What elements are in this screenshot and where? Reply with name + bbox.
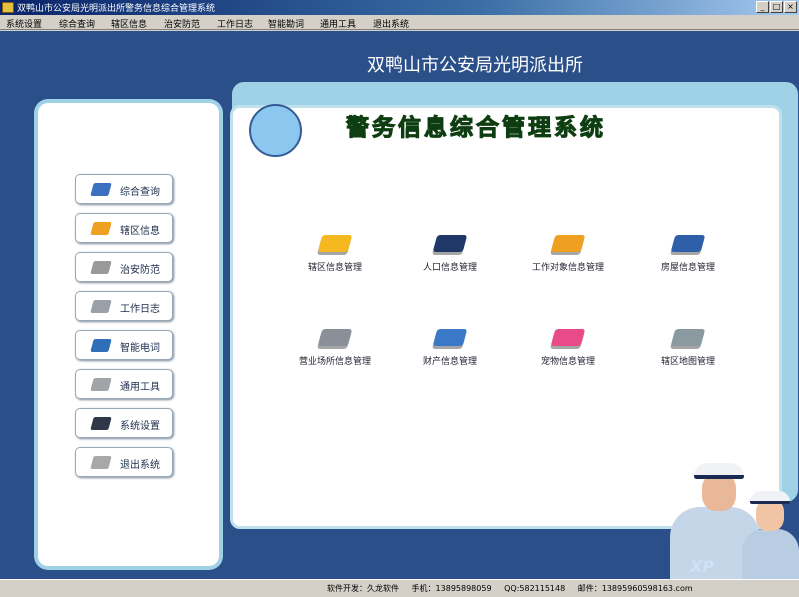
map-icon <box>670 329 706 346</box>
nav-button-label: 工作日志 <box>120 304 160 315</box>
status-text: 软件开发：久龙软件 手机：13895898059 QQ:582115148 邮件… <box>327 583 703 594</box>
module-label: 辖区信息管理 <box>307 263 362 273</box>
module-label: 辖区地图管理 <box>660 357 715 367</box>
module-work-object[interactable]: 工作对象信息管理 <box>503 235 633 281</box>
module-label: 营业场所信息管理 <box>298 357 371 367</box>
module-population[interactable]: 人口信息管理 <box>385 235 515 281</box>
org-name: 双鸭山市公安局光明派出所 <box>367 55 583 76</box>
business-venue-icon <box>317 329 353 346</box>
left-nav-panel: 综合查询 辖区信息 治安防范 工作日志 智能电词 通用工具 系统设置 退出系统 <box>38 103 219 566</box>
minimize-button[interactable]: _ <box>756 1 769 13</box>
nav-button-smart[interactable]: 智能电词 <box>75 330 173 360</box>
window-controls: _ □ × <box>756 1 797 13</box>
module-property[interactable]: 财产信息管理 <box>385 329 515 375</box>
module-label: 工作对象信息管理 <box>531 263 604 273</box>
menu-item-worklog[interactable]: 工作日志 <box>217 17 253 30</box>
tools-icon <box>90 378 112 391</box>
menu-item-security[interactable]: 治安防范 <box>164 17 200 30</box>
watermark-logo: XP <box>690 557 715 576</box>
nav-button-label: 智能电词 <box>120 343 160 354</box>
housing-icon <box>670 235 706 252</box>
status-developer: 软件开发：久龙软件 <box>327 584 399 593</box>
menu-item-district[interactable]: 辖区信息 <box>111 17 147 30</box>
module-district-info[interactable]: 辖区信息管理 <box>270 235 400 281</box>
main-area: 双鸭山市公安局光明派出所 综合查询 辖区信息 治安防范 工作日志 智能电词 通用… <box>0 31 799 579</box>
nav-button-exit[interactable]: 退出系统 <box>75 447 173 477</box>
menu-item-smart[interactable]: 智能勘词 <box>268 17 304 30</box>
module-district-map[interactable]: 辖区地图管理 <box>623 329 753 375</box>
nav-button-label: 治安防范 <box>120 265 160 276</box>
pet-icon <box>550 329 586 346</box>
menu-item-tools[interactable]: 通用工具 <box>320 17 356 30</box>
module-label: 宠物信息管理 <box>540 357 595 367</box>
police-officers-image <box>650 451 799 579</box>
exit-icon <box>90 456 112 469</box>
module-label: 人口信息管理 <box>422 263 477 273</box>
maximize-button[interactable]: □ <box>770 1 783 13</box>
menu-item-exit[interactable]: 退出系统 <box>373 17 409 30</box>
nav-button-label: 辖区信息 <box>120 226 160 237</box>
district-info-icon <box>317 235 353 252</box>
nav-button-worklog[interactable]: 工作日志 <box>75 291 173 321</box>
window-title: 双鸭山市公安局光明派出所警务信息综合管理系统 <box>17 4 216 14</box>
close-button[interactable]: × <box>784 1 797 13</box>
smart-icon <box>90 339 112 352</box>
security-icon <box>90 261 112 274</box>
module-label: 房屋信息管理 <box>660 263 715 273</box>
menu-bar: 系统设置 综合查询 辖区信息 治安防范 工作日志 智能勘词 通用工具 退出系统 <box>0 15 799 30</box>
nav-button-label: 通用工具 <box>120 382 160 393</box>
nav-button-label: 综合查询 <box>120 187 160 198</box>
module-housing[interactable]: 房屋信息管理 <box>623 235 753 281</box>
population-icon <box>432 235 468 252</box>
log-icon <box>90 300 112 313</box>
status-email: 邮件：13895960598163.com <box>577 584 693 593</box>
module-label: 财产信息管理 <box>422 357 477 367</box>
settings-icon <box>90 417 112 430</box>
nav-button-label: 退出系统 <box>120 460 160 471</box>
window-title-bar: 双鸭山市公安局光明派出所警务信息综合管理系统 _ □ × <box>0 0 799 15</box>
module-pet[interactable]: 宠物信息管理 <box>503 329 633 375</box>
menu-item-query[interactable]: 综合查询 <box>59 17 95 30</box>
system-title: 警务信息综合管理系统 <box>346 115 606 142</box>
property-icon <box>432 329 468 346</box>
status-phone: 手机：13895898059 <box>411 584 492 593</box>
module-business-venue[interactable]: 营业场所信息管理 <box>270 329 400 375</box>
nav-button-district[interactable]: 辖区信息 <box>75 213 173 243</box>
district-icon <box>90 222 112 235</box>
decorative-circle <box>249 104 302 157</box>
status-qq: QQ:582115148 <box>504 584 566 593</box>
nav-button-query[interactable]: 综合查询 <box>75 174 173 204</box>
nav-button-settings[interactable]: 系统设置 <box>75 408 173 438</box>
nav-button-label: 系统设置 <box>120 421 160 432</box>
status-bar: 软件开发：久龙软件 手机：13895898059 QQ:582115148 邮件… <box>0 579 799 597</box>
nav-button-tools[interactable]: 通用工具 <box>75 369 173 399</box>
nav-button-security[interactable]: 治安防范 <box>75 252 173 282</box>
work-object-icon <box>550 235 586 252</box>
search-icon <box>90 183 112 196</box>
menu-item-system-settings[interactable]: 系统设置 <box>6 17 42 30</box>
app-icon <box>2 2 14 13</box>
